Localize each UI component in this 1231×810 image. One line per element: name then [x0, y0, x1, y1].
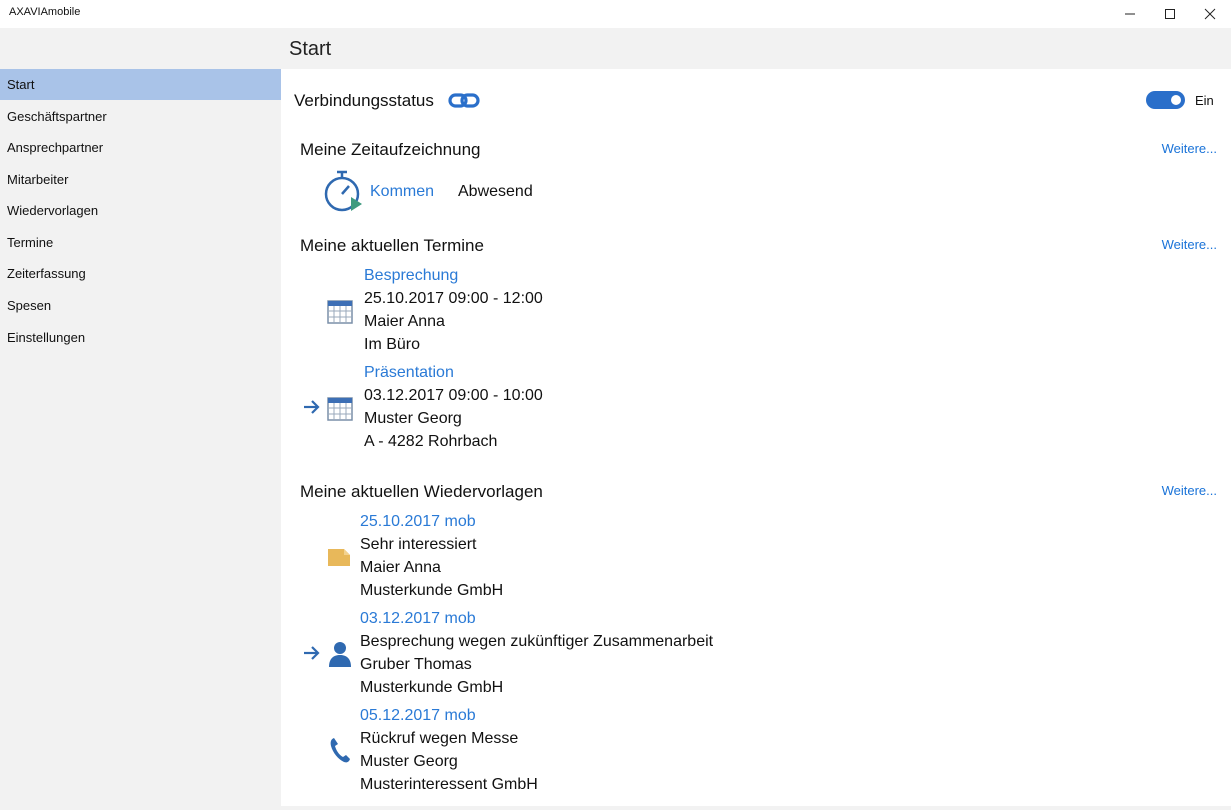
link-icon: [448, 93, 480, 108]
kommen-button[interactable]: Kommen: [370, 183, 434, 201]
calendar-icon: [327, 300, 353, 324]
time-tracking-title: Meine Zeitaufzeichnung: [300, 140, 481, 159]
stopwatch-icon: [324, 170, 362, 212]
appointment-location: Im Büro: [364, 336, 421, 353]
followup-item[interactable]: 25.10.2017 mob Sehr interessiert Maier A…: [281, 512, 981, 604]
sidebar-item-start[interactable]: Start: [0, 69, 281, 100]
followup-date[interactable]: 25.10.2017 mob: [360, 513, 476, 531]
close-button[interactable]: [1190, 0, 1230, 28]
presence-status: Abwesend: [458, 183, 533, 200]
appointment-time: 25.10.2017 09:00 - 12:00: [364, 290, 543, 307]
followup-item[interactable]: 03.12.2017 mob Besprechung wegen zukünft…: [281, 609, 981, 701]
followup-date[interactable]: 03.12.2017 mob: [360, 610, 476, 628]
appointments-title: Meine aktuellen Termine: [300, 236, 484, 255]
appointment-title[interactable]: Besprechung: [364, 267, 458, 285]
sidebar-item-termine[interactable]: Termine: [0, 227, 281, 258]
sidebar-item-wiedervorlagen[interactable]: Wiedervorlagen: [0, 195, 281, 226]
person-icon: [329, 642, 351, 667]
followup-subject: Besprechung wegen zukünftiger Zusammenar…: [360, 633, 714, 650]
appointment-person: Maier Anna: [364, 313, 445, 330]
maximize-icon: [1165, 9, 1175, 19]
phone-icon: [330, 738, 350, 763]
page-header: Start: [281, 28, 1231, 69]
appointment-item[interactable]: Präsentation 03.12.2017 09:00 - 10:00 Mu…: [281, 363, 981, 455]
followup-person: Maier Anna: [360, 559, 441, 576]
minimize-button[interactable]: [1110, 0, 1150, 28]
page-title: Start: [289, 38, 332, 60]
time-tracking-more-link[interactable]: Weitere...: [1162, 141, 1217, 156]
connection-toggle-label: Ein: [1195, 93, 1214, 108]
sidebar-item-spesen[interactable]: Spesen: [0, 290, 281, 321]
toggle-knob: [1171, 95, 1181, 105]
title-bar: AXAVIAmobile: [0, 0, 1231, 28]
bottom-border: [0, 806, 1231, 810]
followup-person: Gruber Thomas: [360, 656, 472, 673]
appointment-person: Muster Georg: [364, 410, 462, 427]
appointments-more-link[interactable]: Weitere...: [1162, 237, 1217, 252]
followup-subject: Sehr interessiert: [360, 536, 477, 553]
note-icon: [328, 549, 350, 566]
calendar-icon: [327, 397, 353, 421]
appointment-item[interactable]: Besprechung 25.10.2017 09:00 - 12:00 Mai…: [281, 266, 981, 358]
close-icon: [1204, 8, 1216, 20]
followup-person: Muster Georg: [360, 753, 458, 770]
followup-company: Musterkunde GmbH: [360, 582, 504, 599]
current-arrow-icon: [304, 400, 320, 414]
main-content: Verbindungsstatus Ein Meine Zeitaufzeich…: [281, 69, 1231, 810]
followup-subject: Rückruf wegen Messe: [360, 730, 519, 747]
sidebar-item-mitarbeiter[interactable]: Mitarbeiter: [0, 164, 281, 195]
appointment-location: A - 4282 Rohrbach: [364, 433, 498, 450]
appointment-title[interactable]: Präsentation: [364, 364, 454, 382]
sidebar-item-zeiterfassung[interactable]: Zeiterfassung: [0, 258, 281, 289]
sidebar-item-geschaeftspartner[interactable]: Geschäftspartner: [0, 101, 281, 132]
followups-more-link[interactable]: Weitere...: [1162, 483, 1217, 498]
followup-item[interactable]: 05.12.2017 mob Rückruf wegen Messe Muste…: [281, 706, 981, 798]
connection-toggle[interactable]: [1146, 91, 1185, 109]
followup-company: Musterinteressent GmbH: [360, 776, 538, 793]
followup-company: Musterkunde GmbH: [360, 679, 504, 696]
connection-status-label: Verbindungsstatus: [294, 91, 434, 110]
app-title: AXAVIAmobile: [9, 6, 81, 18]
followup-date[interactable]: 05.12.2017 mob: [360, 707, 476, 725]
minimize-icon: [1125, 13, 1135, 15]
followups-title: Meine aktuellen Wiedervorlagen: [300, 482, 543, 501]
sidebar: Start Geschäftspartner Ansprechpartner M…: [0, 28, 281, 810]
sidebar-item-ansprechpartner[interactable]: Ansprechpartner: [0, 132, 281, 163]
appointment-time: 03.12.2017 09:00 - 10:00: [364, 387, 543, 404]
current-arrow-icon: [304, 646, 320, 660]
maximize-button[interactable]: [1150, 0, 1190, 28]
sidebar-item-einstellungen[interactable]: Einstellungen: [0, 322, 281, 353]
